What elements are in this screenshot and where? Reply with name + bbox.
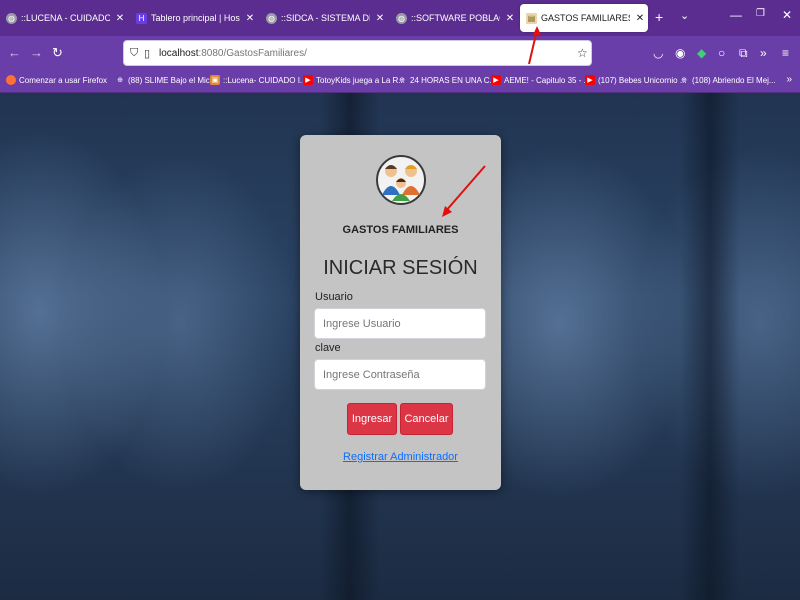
back-icon[interactable]: ← xyxy=(8,45,21,60)
globe-icon: ⊕ xyxy=(117,77,123,84)
close-icon[interactable]: ✕ xyxy=(114,13,126,24)
pocket-icon[interactable]: ◡ xyxy=(653,46,663,60)
close-icon[interactable]: ✕ xyxy=(504,13,516,24)
minimize-icon[interactable]: — xyxy=(730,8,742,22)
family-logo-icon xyxy=(376,155,426,205)
register-admin-link[interactable]: Registrar Administrador xyxy=(300,451,501,463)
bookmark-item[interactable]: ▣ ::Lucena- CUIDADO I... xyxy=(210,75,307,85)
reload-icon[interactable]: ↻ xyxy=(52,45,63,61)
bookmark-item[interactable]: ▶ AEME! - Capitulo 35 - ... xyxy=(491,75,590,85)
tab-title: ::SOFTWARE POBLACIONAL - xyxy=(411,13,500,23)
tab-sidca[interactable]: ◍ ::SIDCA - SISTEMA DE CONTR ✕ xyxy=(260,4,388,32)
bookmark-item[interactable]: Comenzar a usar Firefox xyxy=(6,75,107,85)
bookmarks-bar: Comenzar a usar Firefox ⊕ (88) SLIME Baj… xyxy=(0,69,800,93)
bookmark-icon: ▣ xyxy=(210,75,220,85)
password-input[interactable] xyxy=(314,359,486,390)
forward-icon[interactable]: → xyxy=(30,45,43,60)
tab-lucena[interactable]: ◍ ::LUCENA - CUIDADO INTEGR ✕ xyxy=(0,4,128,32)
hostinger-icon: H xyxy=(136,12,147,24)
bookmark-item[interactable]: ▶ (107) Bebes Unicornio ... xyxy=(585,75,687,85)
tab-list-chevron-icon[interactable]: ⌄ xyxy=(680,9,689,22)
tab-title: ::SIDCA - SISTEMA DE CONTR xyxy=(281,13,370,23)
tab-title: GASTOS FAMILIARES xyxy=(541,13,630,23)
username-label: Usuario xyxy=(315,291,353,303)
bookmark-item[interactable]: ⊕ (108) Abriendo El Mej... xyxy=(679,75,776,85)
tab-gastos-familiares[interactable]: ▤ GASTOS FAMILIARES ✕ xyxy=(520,4,648,32)
bookmark-star-icon[interactable]: ☆ xyxy=(577,46,588,60)
shield-icon[interactable]: ⛉ xyxy=(130,47,138,60)
bookmark-item[interactable]: ⊕ 24 HORAS EN UNA C... xyxy=(397,75,496,85)
navigation-bar: ← → ↻ ⛉ ▯ localhost:8080/GastosFamiliare… xyxy=(0,36,800,69)
tab-software-poblacional[interactable]: ◍ ::SOFTWARE POBLACIONAL - ✕ xyxy=(390,4,518,32)
globe-icon: ⊕ xyxy=(681,77,687,84)
close-icon[interactable]: ✕ xyxy=(244,13,256,24)
overflow-chevrons-icon[interactable]: » xyxy=(760,46,767,60)
login-button[interactable]: Ingresar xyxy=(347,403,397,435)
address-bar[interactable]: ⛉ ▯ localhost:8080/GastosFamiliares/ ☆ xyxy=(123,40,592,66)
tab-strip: ◍ ::LUCENA - CUIDADO INTEGR ✕ H Tablero … xyxy=(0,0,800,36)
close-icon[interactable]: ✕ xyxy=(374,13,386,24)
page-icon: ▤ xyxy=(526,12,537,24)
firefox-icon xyxy=(6,75,16,85)
new-tab-icon[interactable]: + xyxy=(655,9,663,25)
username-input[interactable] xyxy=(314,308,486,339)
background-seam xyxy=(680,93,740,600)
bookmark-item[interactable]: ⊕ (88) SLIME Bajo el Mic... xyxy=(115,75,216,85)
tab-title: Tablero principal | Hostinger xyxy=(151,13,240,23)
app-name: GASTOS FAMILIARES xyxy=(342,224,459,236)
extension-circle-icon[interactable]: ○ xyxy=(718,46,725,60)
tab-title: ::LUCENA - CUIDADO INTEGR xyxy=(21,13,110,23)
close-icon[interactable]: ✕ xyxy=(634,13,646,24)
bookmarks-overflow-icon[interactable]: » xyxy=(786,74,792,85)
extensions-icon[interactable]: ⧉ xyxy=(739,46,748,61)
bookmark-item[interactable]: ▶ TotoyKids juega a La R... xyxy=(303,75,405,85)
login-card: GASTOS FAMILIARES INICIAR SESIÓN Usuario… xyxy=(300,135,501,490)
url-text[interactable]: localhost:8080/GastosFamiliares/ xyxy=(159,48,307,59)
menu-icon[interactable]: ≡ xyxy=(782,46,789,60)
globe-icon: ⊕ xyxy=(399,77,405,84)
globe-icon: ◍ xyxy=(266,12,277,24)
page-info-icon[interactable]: ▯ xyxy=(144,47,150,60)
cancel-button[interactable]: Cancelar xyxy=(400,403,453,435)
page-background: GASTOS FAMILIARES INICIAR SESIÓN Usuario… xyxy=(0,93,800,600)
account-icon[interactable]: ◉ xyxy=(675,46,685,60)
restore-icon[interactable]: ❐ xyxy=(756,8,765,19)
vpn-shield-icon[interactable]: ◆ xyxy=(697,46,706,60)
tab-hostinger[interactable]: H Tablero principal | Hostinger ✕ xyxy=(130,4,258,32)
window-close-icon[interactable]: ✕ xyxy=(782,8,792,22)
youtube-icon: ▶ xyxy=(585,75,595,85)
page-title: INICIAR SESIÓN xyxy=(323,257,478,279)
globe-icon: ◍ xyxy=(396,12,407,24)
globe-icon: ◍ xyxy=(6,12,17,24)
youtube-icon: ▶ xyxy=(491,75,501,85)
youtube-icon: ▶ xyxy=(303,75,313,85)
password-label: clave xyxy=(315,342,341,354)
